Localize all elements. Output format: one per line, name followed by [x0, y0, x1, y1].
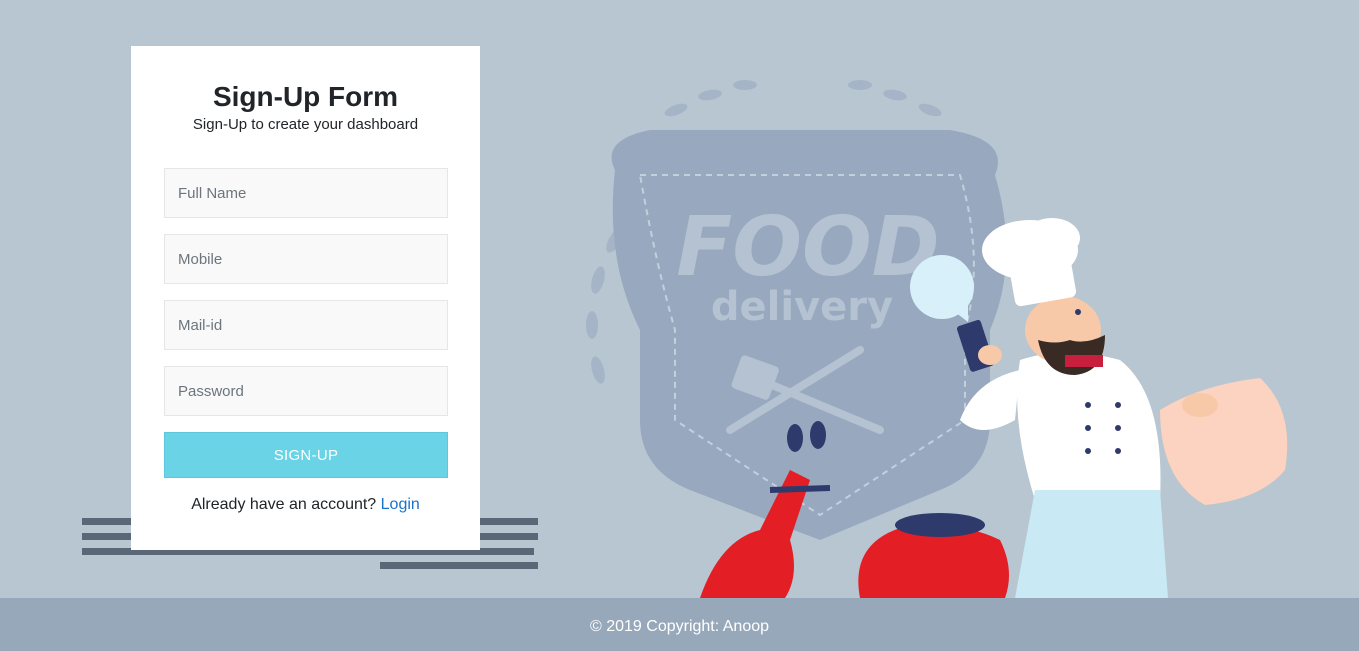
signup-button[interactable]: SIGN-UP [164, 432, 448, 478]
login-prompt-text: Already have an account? [191, 496, 377, 513]
mail-id-input[interactable] [164, 300, 448, 350]
page-subtitle: Sign-Up to create your dashboard [192, 116, 419, 133]
full-name-input[interactable] [164, 168, 448, 218]
mobile-input[interactable] [164, 234, 448, 284]
signup-card: Sign-Up Form Sign-Up to create your dash… [131, 46, 480, 550]
login-prompt: Already have an account? Login [131, 496, 480, 514]
signup-page: FOOD delivery Sign-Up Form Sign-Up to cr… [0, 0, 1359, 651]
badge-food-text: FOOD [676, 200, 940, 295]
badge-delivery-text: delivery [711, 284, 893, 330]
page-title: Sign-Up Form [212, 81, 399, 112]
badge-shape [611, 130, 1007, 540]
footer-copyright: © 2019 Copyright: Anoop [589, 618, 770, 635]
login-link[interactable]: Login [381, 496, 420, 513]
footer: © 2019 Copyright: Anoop [0, 598, 1359, 651]
password-input[interactable] [164, 366, 448, 416]
